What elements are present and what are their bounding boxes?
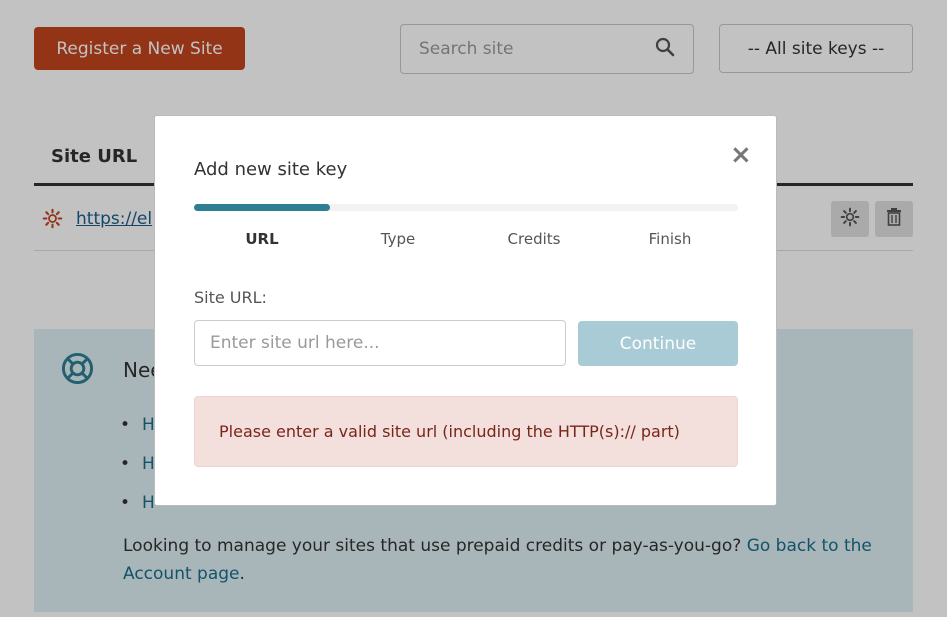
wizard-progress-fill <box>194 204 330 211</box>
step-credits: Credits <box>507 230 561 248</box>
continue-button[interactable]: Continue <box>578 321 738 366</box>
step-finish: Finish <box>648 230 692 248</box>
site-url-label: Site URL: <box>194 288 267 307</box>
wizard-steps: URL Type Credits Finish <box>194 230 738 248</box>
close-icon[interactable]: × <box>730 142 752 168</box>
add-site-key-dialog: Add new site key × URL Type Credits Fini… <box>154 115 777 506</box>
wizard-progress-bar <box>194 204 738 211</box>
step-url: URL <box>245 230 279 248</box>
error-alert: Please enter a valid site url (including… <box>194 396 738 467</box>
site-url-input[interactable] <box>194 320 566 366</box>
dialog-title: Add new site key <box>194 159 348 180</box>
step-type: Type <box>380 230 416 248</box>
